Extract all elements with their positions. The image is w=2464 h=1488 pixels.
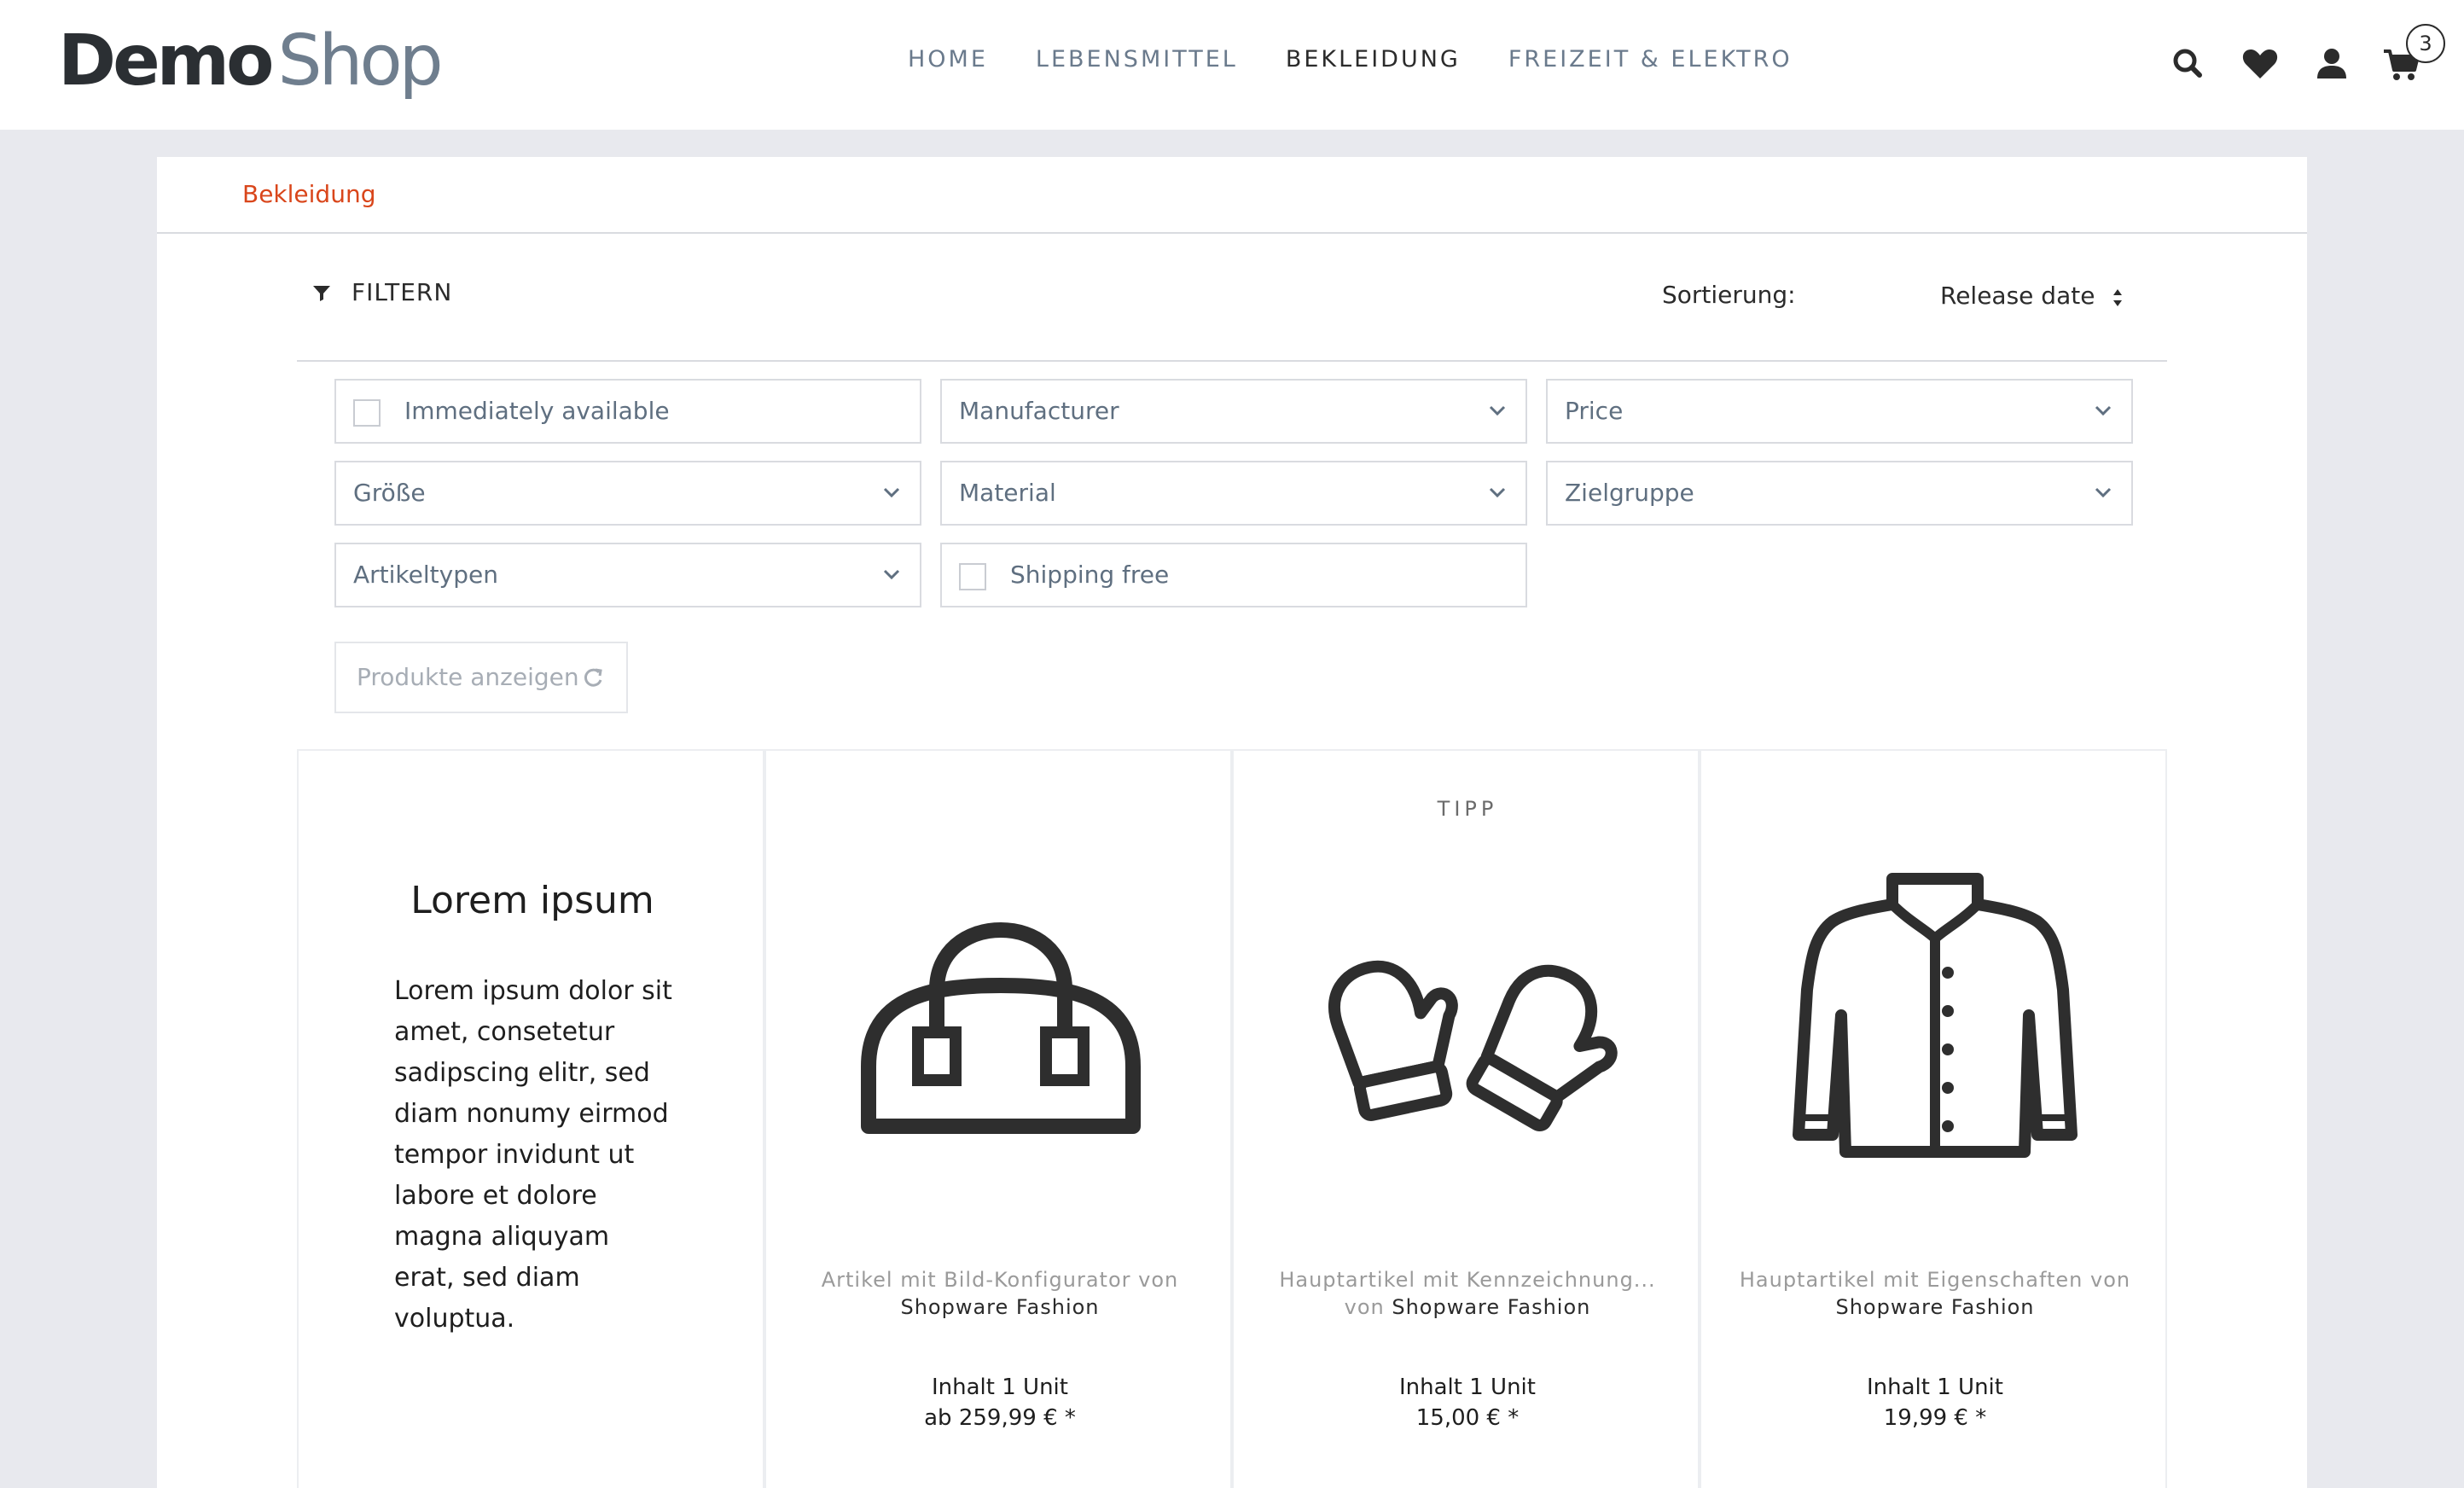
search-icon[interactable]: [2167, 43, 2210, 85]
product-grid: Lorem ipsum Lorem ipsum dolor sit amet, …: [297, 749, 2167, 1488]
product-box[interactable]: Artikel mit Bild-Konfigurator von Shopwa…: [764, 749, 1232, 1488]
facet-label: Shipping free: [1010, 561, 1170, 589]
nav-item-freizeit-elektro[interactable]: FREIZEIT & ELEKTRO: [1508, 44, 1793, 75]
nav-item-lebensmittel[interactable]: LEBENSMITTEL: [1036, 44, 1238, 75]
product-brand: Shopware Fashion: [1392, 1295, 1591, 1319]
site-header: DemoShop HOME LEBENSMITTEL BEKLEIDUNG FR…: [0, 0, 2464, 130]
chevron-down-icon: [2095, 405, 2112, 416]
facet-price[interactable]: Price: [1546, 379, 2133, 444]
facet-label: Zielgruppe: [1565, 479, 1694, 507]
cart-count-badge: 3: [2406, 24, 2445, 63]
facet-label: Immediately available: [404, 397, 670, 425]
filter-toggle-label: FILTERN: [352, 278, 453, 306]
breadcrumb-divider: [157, 232, 2307, 234]
product-box[interactable]: TIPP Hauptartikel mit Kennzeichnung... v…: [1232, 749, 1700, 1488]
immediately-available-checkbox[interactable]: [353, 399, 381, 427]
facet-material[interactable]: Material: [940, 461, 1527, 526]
product-unit: Inhalt 1 Unit: [1399, 1375, 1536, 1400]
sort-select[interactable]: Release date: [1940, 278, 2128, 316]
tip-badge: TIPP: [1437, 797, 1498, 821]
emotion-text-body: Lorem ipsum dolor sit amet, consetetur s…: [394, 976, 672, 1334]
facet-article-types[interactable]: Artikeltypen: [334, 543, 921, 607]
product-name-text: Hauptartikel mit Eigenschaften von: [1739, 1268, 2131, 1292]
facet-immediately-available[interactable]: Immediately available: [334, 379, 921, 444]
product-by: von: [1344, 1295, 1392, 1319]
shipping-free-checkbox[interactable]: [959, 563, 986, 590]
product-price: 19,99 € *: [1883, 1405, 1987, 1431]
facet-label: Artikeltypen: [353, 561, 498, 589]
shop-logo[interactable]: DemoShop: [58, 19, 444, 104]
product-name[interactable]: Artikel mit Bild-Konfigurator von Shopwa…: [766, 1266, 1234, 1321]
facet-label: Material: [959, 479, 1056, 507]
facet-shipping-free[interactable]: Shipping free: [940, 543, 1527, 607]
funnel-icon: [313, 285, 330, 301]
product-name-text: Artikel mit Bild-Konfigurator von: [821, 1268, 1179, 1292]
sort-arrows-icon: [2113, 289, 2122, 306]
heart-icon[interactable]: [2239, 43, 2281, 85]
product-price: 15,00 € *: [1415, 1405, 1520, 1431]
show-products-button[interactable]: Produkte anzeigen: [334, 642, 628, 713]
logo-text-demo: Demo: [58, 20, 274, 102]
facet-size[interactable]: Größe: [334, 461, 921, 526]
filter-toggle-button[interactable]: FILTERN: [312, 278, 452, 306]
mittens-icon[interactable]: [1306, 930, 1630, 1135]
chevron-down-icon: [2095, 487, 2112, 498]
facet-label: Price: [1565, 397, 1624, 425]
product-box[interactable]: Hauptartikel mit Eigenschaften von Shopw…: [1700, 749, 2167, 1488]
reload-icon: [584, 668, 602, 687]
chevron-down-icon: [1489, 405, 1506, 416]
chevron-down-icon: [883, 487, 900, 498]
facet-manufacturer[interactable]: Manufacturer: [940, 379, 1527, 444]
listing-content: Bekleidung FILTERN Sortierung: Release d…: [157, 157, 2307, 1488]
product-price: ab 259,99 € *: [924, 1405, 1076, 1431]
jacket-icon[interactable]: [1790, 862, 2080, 1169]
product-name[interactable]: Hauptartikel mit Kennzeichnung... von Sh…: [1234, 1266, 1701, 1321]
product-brand: Shopware Fashion: [900, 1295, 1100, 1319]
chevron-down-icon: [883, 569, 900, 580]
product-name-text: Hauptartikel mit Kennzeichnung...: [1279, 1268, 1656, 1292]
emotion-text-title: Lorem ipsum: [410, 879, 654, 922]
facet-target-group[interactable]: Zielgruppe: [1546, 461, 2133, 526]
breadcrumb-current[interactable]: Bekleidung: [242, 177, 375, 212]
sort-select-value: Release date: [1940, 282, 2095, 310]
sort-label: Sortierung:: [1662, 281, 1796, 309]
nav-item-bekleidung[interactable]: BEKLEIDUNG: [1286, 44, 1461, 75]
logo-text-shop: Shop: [277, 20, 443, 102]
product-unit: Inhalt 1 Unit: [932, 1375, 1068, 1400]
nav-item-home[interactable]: HOME: [908, 44, 988, 75]
facet-label: Manufacturer: [959, 397, 1119, 425]
emotion-text-tile: Lorem ipsum Lorem ipsum dolor sit amet, …: [297, 749, 764, 1488]
facet-label: Größe: [353, 479, 426, 507]
bag-icon[interactable]: [843, 904, 1159, 1143]
product-brand: Shopware Fashion: [1835, 1295, 2035, 1319]
product-unit: Inhalt 1 Unit: [1867, 1375, 2003, 1400]
chevron-down-icon: [1489, 487, 1506, 498]
show-products-label: Produkte anzeigen: [357, 663, 579, 691]
product-name[interactable]: Hauptartikel mit Eigenschaften von Shopw…: [1701, 1266, 2169, 1321]
main-navigation: HOME LEBENSMITTEL BEKLEIDUNG FREIZEIT & …: [908, 44, 1840, 75]
filter-divider: [297, 360, 2167, 362]
user-icon[interactable]: [2310, 43, 2353, 85]
